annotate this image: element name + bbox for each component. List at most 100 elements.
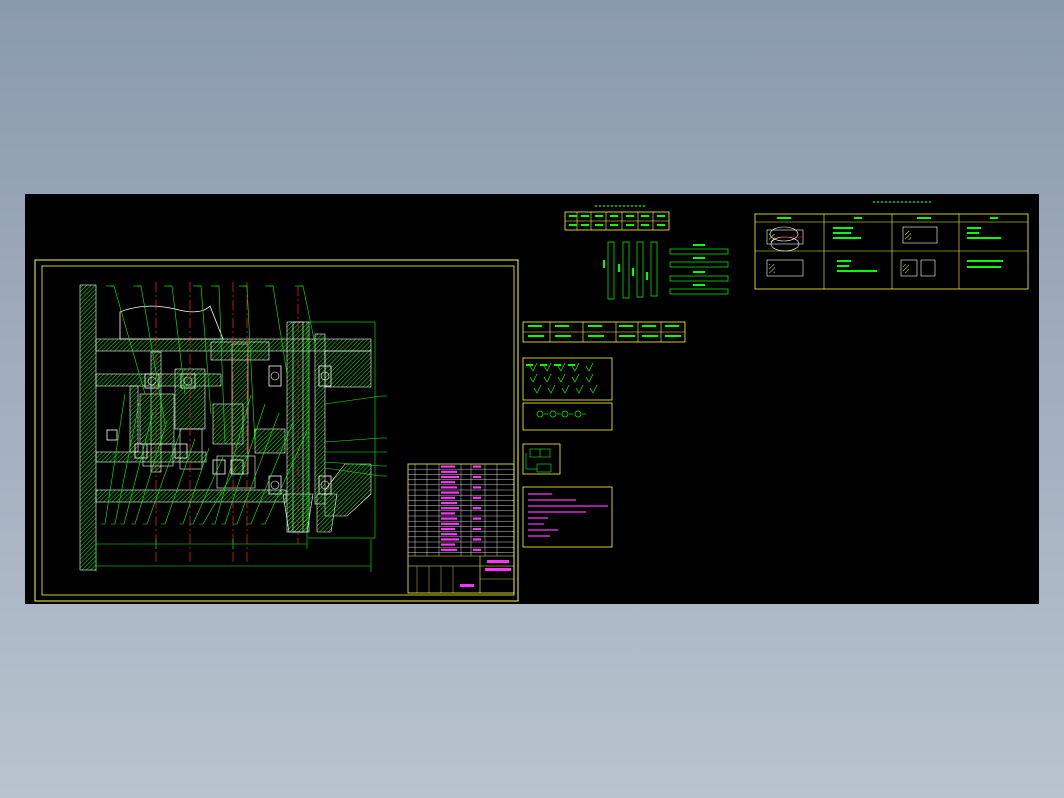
tool-table-text <box>569 224 577 226</box>
roughness-symbol <box>575 384 584 394</box>
tool-table-text <box>610 224 618 226</box>
roughness-symbol <box>547 384 556 394</box>
technical-notes-panel <box>522 486 613 548</box>
shaft-sketch-label <box>646 272 648 280</box>
parts-list-text <box>473 548 481 551</box>
cad-drawing-canvas <box>34 201 1029 602</box>
parts-list-text <box>441 533 457 536</box>
process-text <box>833 227 853 229</box>
shaft-sketch <box>650 241 658 297</box>
bar-sketch <box>669 248 729 255</box>
roughness-symbol <box>571 373 580 383</box>
fixture-text <box>642 335 658 337</box>
process-text <box>833 237 861 239</box>
parts-list-text <box>441 512 455 515</box>
bar-sketch-label <box>693 271 705 273</box>
bar-sketch <box>669 288 729 295</box>
shaft-sketch <box>636 241 644 298</box>
fixture-text <box>665 325 679 327</box>
parts-list-text <box>441 543 455 546</box>
process-text <box>837 270 877 272</box>
main-drawing-sheet <box>34 259 519 602</box>
tool-table-text <box>581 224 589 226</box>
fixture-text <box>528 325 542 327</box>
fixture-text <box>555 325 569 327</box>
process-text <box>967 266 1001 268</box>
fixture-table-panel <box>522 321 686 343</box>
process-text <box>967 237 1001 239</box>
tool-table-text <box>581 215 589 217</box>
process-header-text <box>777 217 791 219</box>
roughness-symbol <box>585 362 594 372</box>
process-hatch <box>903 264 909 273</box>
tolerance-symbols-panel <box>522 402 613 431</box>
tolerance-symbol <box>536 410 544 418</box>
shaft-sketches <box>603 241 658 300</box>
parts-list-text <box>473 475 481 479</box>
tool-table-text <box>626 224 634 226</box>
shaft-sketch <box>622 241 630 299</box>
parts-list-text <box>441 517 457 520</box>
parts-list-text <box>441 486 457 489</box>
process-text <box>833 232 851 234</box>
cad-viewport[interactable] <box>25 194 1039 604</box>
title-block-text <box>487 560 509 563</box>
roughness-symbol <box>533 384 542 394</box>
fixture-text <box>619 335 635 337</box>
roughness-text <box>554 364 561 366</box>
leader-line <box>324 437 387 443</box>
fixture-text <box>588 325 602 327</box>
tool-table-panel <box>564 205 670 231</box>
process-sketch <box>920 259 936 277</box>
parts-list-text <box>441 522 459 525</box>
title-block-text <box>485 568 511 571</box>
fixture-text <box>642 325 656 327</box>
parts-list-table <box>407 463 515 594</box>
tolerance-symbol <box>574 410 582 418</box>
parts-list-text <box>473 538 481 541</box>
parts-list-text <box>441 465 455 468</box>
parts-list-text <box>441 481 455 484</box>
bar-sketch <box>669 261 729 268</box>
tolerance-symbol <box>561 410 569 418</box>
bar-sketches <box>669 244 729 295</box>
process-hatch <box>769 264 775 273</box>
process-text <box>837 260 851 262</box>
dimension-lines <box>95 539 372 572</box>
bar-sketch-label <box>693 244 705 246</box>
leader-line <box>269 285 288 375</box>
tool-table-text <box>641 215 649 217</box>
parts-list-text <box>441 470 457 473</box>
leader-line <box>324 395 387 405</box>
process-text <box>967 232 979 234</box>
tool-table-text <box>595 215 603 217</box>
roughness-text <box>526 364 533 366</box>
parts-list-text <box>441 507 459 510</box>
parts-list-text <box>473 486 481 489</box>
parts-list-text <box>441 527 455 531</box>
bar-sketch-label <box>693 257 705 259</box>
parts-list-text <box>473 507 481 510</box>
roughness-symbol <box>557 373 566 383</box>
process-hatch <box>769 234 775 242</box>
process-text <box>967 227 981 229</box>
parts-list-text <box>441 496 455 499</box>
parts-list-text <box>441 538 459 541</box>
roughness-symbol <box>543 373 552 383</box>
fixture-text <box>665 335 681 337</box>
tool-table-text <box>657 215 665 217</box>
fixture-text <box>555 335 571 337</box>
tool-table-text <box>641 224 649 226</box>
tool-table-text <box>595 224 603 226</box>
title-block-text <box>460 584 474 587</box>
parts-list-text <box>473 496 481 499</box>
tool-table-text <box>569 215 577 217</box>
roughness-text <box>540 364 547 366</box>
process-header-text <box>917 217 931 219</box>
roughness-symbol <box>529 373 538 383</box>
shaft-sketch-label <box>603 260 605 268</box>
parts-list-text <box>441 491 459 494</box>
roughness-symbol <box>585 373 594 383</box>
fixture-text <box>528 335 544 337</box>
parts-list-text <box>473 465 481 468</box>
